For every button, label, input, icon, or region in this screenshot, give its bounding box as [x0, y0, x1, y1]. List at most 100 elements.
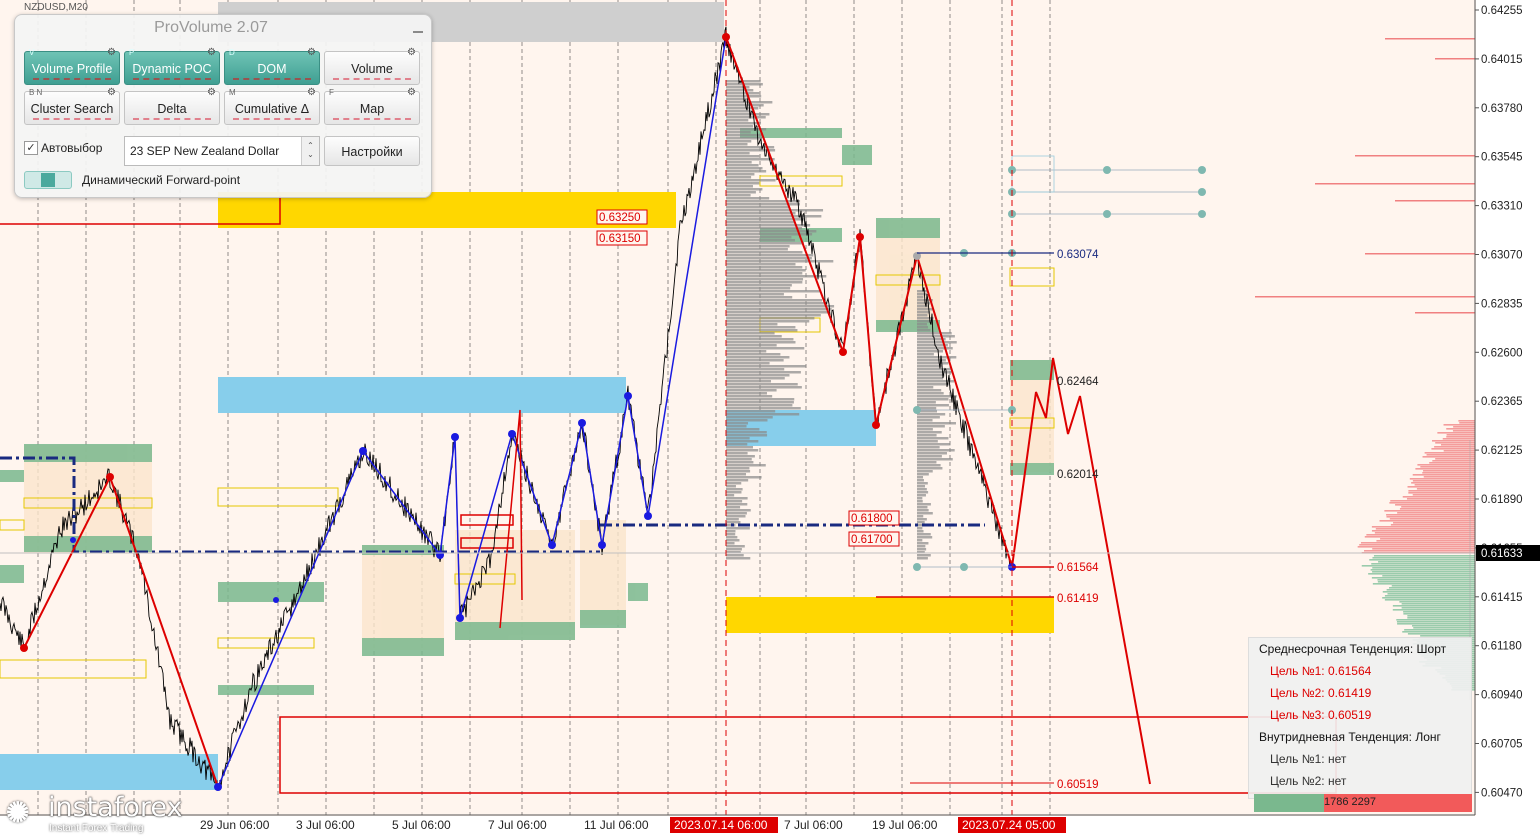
price-tick: 0.63780 [1481, 103, 1523, 115]
indicator-marks [233, 76, 311, 80]
button-label: Volume [351, 62, 393, 76]
level-label: 0.61700 [851, 534, 893, 546]
price-tick: 0.61415 [1481, 592, 1523, 604]
panel-button-dynamic-poc[interactable]: P ⚙ Dynamic POC [124, 47, 220, 85]
level-label: 0.61800 [851, 513, 893, 525]
panel-button-cumulative[interactable]: M ⚙ Cumulative Δ [224, 87, 320, 125]
indicator-marks [133, 76, 211, 80]
spin-arrows-icon[interactable]: ⌃ ⌄ [301, 137, 319, 165]
gear-icon[interactable]: ⚙ [207, 86, 216, 100]
level-label: 0.62014 [1057, 469, 1099, 481]
medium-target-1: Цель №1: 0.61564 [1270, 664, 1372, 678]
price-tick: 0.62600 [1481, 347, 1523, 359]
price-tick: 0.62125 [1481, 445, 1523, 457]
indicator-marks [33, 116, 111, 120]
level-label: 0.61564 [1057, 562, 1099, 574]
demand-zone [0, 754, 218, 790]
indicator-marks [33, 76, 111, 80]
dom-summary-bar: 1786 2297 [1254, 794, 1472, 812]
price-tick: 0.62835 [1481, 298, 1523, 310]
intraday-trend-title: Внутридневная Тенденция: Лонг [1259, 730, 1441, 744]
dom-counts: 1786 2297 [1324, 796, 1377, 808]
panel-button-map[interactable]: F ⚙ Map [324, 87, 420, 125]
gear-icon[interactable]: ⚙ [407, 86, 416, 100]
logo-icon: ✺ [6, 797, 30, 828]
gear-icon[interactable]: ⚙ [207, 46, 216, 60]
time-tick: 7 Jul 06:00 [784, 818, 843, 832]
price-tick: 0.61890 [1481, 494, 1523, 506]
time-tick: 2023.07.14 06:00 [674, 818, 768, 832]
hotkey-label: F [329, 88, 334, 97]
hotkey-label: P [129, 48, 135, 57]
logo-tagline: Instant Forex Trading [49, 823, 144, 834]
panel-button-volume[interactable]: ⚙ Volume [324, 47, 420, 85]
panel-button-cluster-search[interactable]: B N ⚙ Cluster Search [24, 87, 120, 125]
level-label: 0.63250 [599, 212, 641, 224]
time-tick: 19 Jul 06:00 [872, 818, 938, 832]
forward-point-label: Динамический Forward-point [82, 173, 241, 187]
gear-icon[interactable]: ⚙ [407, 46, 416, 60]
price-tick: 0.62365 [1481, 396, 1523, 408]
settings-button[interactable]: Настройки [324, 136, 420, 166]
time-tick: 5 Jul 06:00 [392, 818, 451, 832]
price-tick: 0.64255 [1481, 5, 1523, 17]
auto-select-checkbox[interactable]: ✓ [24, 141, 38, 155]
medium-target-3: Цель №3: 0.60519 [1270, 708, 1372, 722]
level-label: 0.61419 [1057, 593, 1099, 605]
time-tick: 7 Jul 06:00 [488, 818, 547, 832]
hotkey-label: V [29, 48, 35, 57]
gear-icon[interactable]: ⚙ [107, 46, 116, 60]
indicator-marks [233, 116, 311, 120]
svg-text:0.61633: 0.61633 [1481, 548, 1523, 560]
level-label: 0.63074 [1057, 249, 1099, 261]
hotkey-label: D [229, 48, 235, 57]
instrument-select[interactable]: 23 SEP New Zealand Dollar ⌃ ⌄ [124, 136, 320, 166]
auto-select-label: Автовыбор [41, 141, 103, 155]
hotkey-label: B N [29, 88, 43, 97]
price-tick: 0.60470 [1481, 787, 1523, 799]
button-label: DOM [257, 62, 287, 76]
logo-name: instaforex [48, 792, 183, 823]
demand-zone [218, 377, 626, 413]
current-price-tag: 0.61633 [1476, 545, 1540, 561]
button-label: Volume Profile [31, 62, 113, 76]
panel-title: ProVolume 2.07 [154, 19, 268, 36]
instrument-value: 23 SEP New Zealand Dollar [130, 144, 280, 158]
level-label: 0.63150 [599, 233, 641, 245]
level-label: 0.62464 [1057, 376, 1099, 388]
panel-button-dom[interactable]: D ⚙ DOM [224, 47, 320, 85]
medium-trend-title: Среднесрочная Тенденция: Шорт [1259, 642, 1447, 656]
intraday-target-1: Цель №1: нет [1270, 752, 1347, 766]
level-label: 0.60519 [1057, 779, 1099, 791]
button-label: Map [359, 102, 385, 116]
panel-button-delta[interactable]: ⚙ Delta [124, 87, 220, 125]
symbol-label: NZDUSD,M20 [24, 2, 88, 13]
time-tick: 3 Jul 06:00 [296, 818, 355, 832]
button-label: Delta [157, 102, 187, 116]
price-tick: 0.64015 [1481, 54, 1523, 66]
time-tick: 29 Jun 06:00 [200, 818, 270, 832]
button-label: Cumulative Δ [234, 102, 310, 116]
gear-icon[interactable]: ⚙ [107, 86, 116, 100]
price-tick: 0.60705 [1481, 739, 1523, 751]
button-label: Dynamic POC [132, 62, 212, 76]
intraday-target-2: Цель №2: нет [1270, 774, 1347, 788]
panel-button-volume-profile[interactable]: V ⚙ Volume Profile [24, 47, 120, 85]
instaforex-logo: ✺ instaforex Instant Forex Trading [4, 792, 183, 838]
button-label: Cluster Search [30, 102, 114, 116]
minimize-icon[interactable] [413, 21, 423, 33]
indicator-marks [333, 76, 411, 80]
time-tick: 11 Jul 06:00 [584, 818, 649, 832]
trend-panel: Среднесрочная Тенденция: Шорт Цель №1: 0… [1248, 637, 1472, 799]
price-tick: 0.60940 [1481, 690, 1523, 702]
gear-icon[interactable]: ⚙ [307, 86, 316, 100]
price-tick: 0.61180 [1481, 641, 1522, 653]
forward-point-toggle[interactable] [24, 171, 72, 189]
indicator-marks [333, 116, 411, 120]
gear-icon[interactable]: ⚙ [307, 46, 316, 60]
price-tick: 0.63070 [1481, 250, 1523, 262]
indicator-marks [133, 116, 211, 120]
price-tick: 0.63545 [1481, 152, 1523, 164]
supply-zone [726, 597, 1054, 633]
time-tick: 2023.07.24 05:00 [962, 818, 1056, 832]
